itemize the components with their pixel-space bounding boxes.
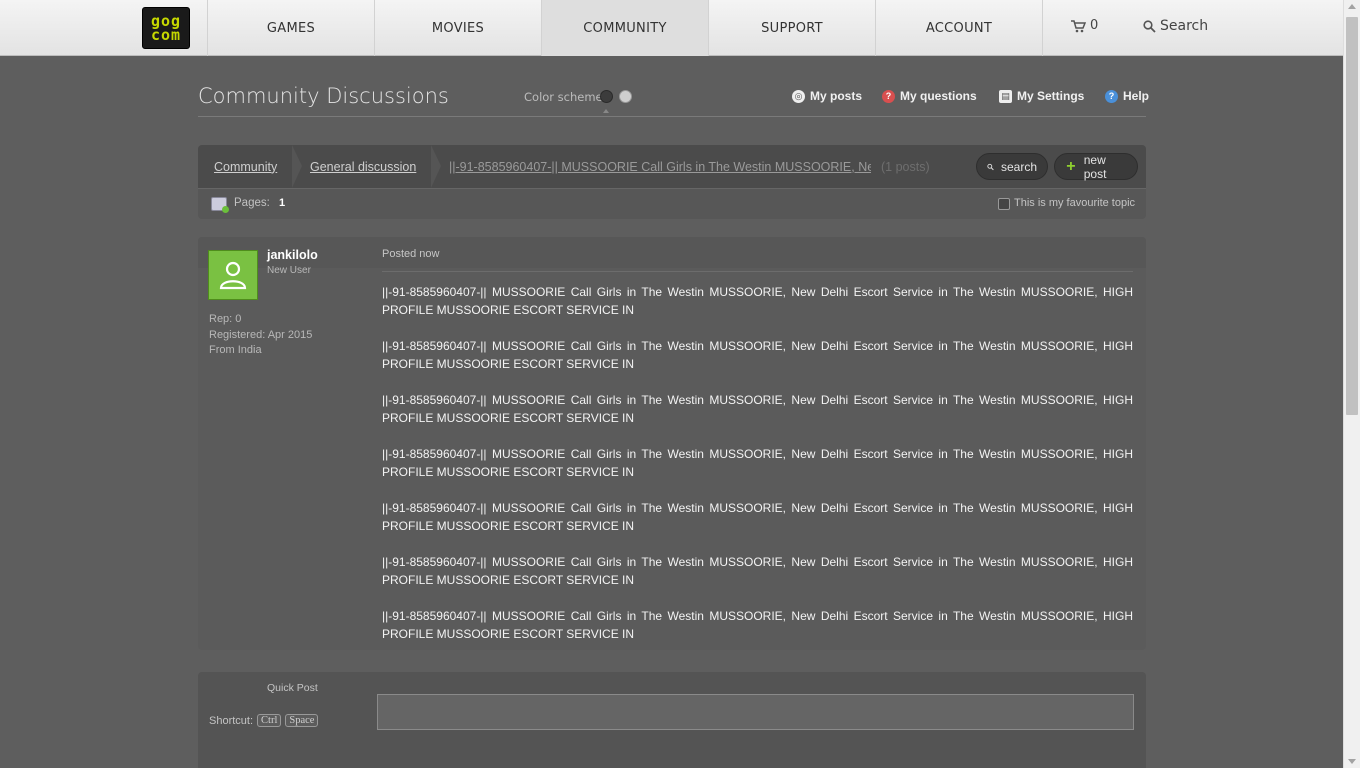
post-paragraph: ||-91-8585960407-|| MUSSOORIE Call Girls… <box>382 393 1133 425</box>
nav-account-label: ACCOUNT <box>925 20 993 36</box>
cart-icon <box>1071 19 1086 32</box>
forum-post: jankilolo New User Rep: 0 Registered: Ap… <box>198 237 1146 650</box>
post-paragraph: ||-91-8585960407-|| MUSSOORIE Call Girls… <box>382 447 1133 479</box>
page-scrollbar[interactable] <box>1343 0 1360 768</box>
post-paragraph: ||-91-8585960407-|| MUSSOORIE Call Girls… <box>382 285 1133 317</box>
pages-bar: Pages: 1 This is my favourite topic <box>198 188 1146 219</box>
post-user-title: New User <box>267 265 311 276</box>
nav-account[interactable]: ACCOUNT <box>875 0 1042 56</box>
breadcrumb-current-topic[interactable]: ||-91-8585960407-|| MUSSOORIE Call Girls… <box>449 145 871 188</box>
help-label: Help <box>1123 89 1150 103</box>
post-username[interactable]: jankilolo <box>267 248 318 262</box>
topic-search-label: search <box>1000 159 1037 174</box>
plus-icon: + <box>1066 158 1076 175</box>
avatar[interactable] <box>208 250 258 300</box>
scroll-up-arrow-icon[interactable] <box>1348 4 1356 9</box>
nav-games[interactable]: GAMES <box>207 0 374 56</box>
cart-button[interactable]: 0 <box>1070 18 1098 33</box>
user-rep: Rep: 0 <box>209 313 242 325</box>
space-key: Space <box>285 714 319 727</box>
nav-community[interactable]: COMMUNITY <box>541 0 708 56</box>
ctrl-key: Ctrl <box>257 714 282 727</box>
my-posts-label: My posts <box>810 89 863 103</box>
nav-search-label: Search <box>1160 18 1209 34</box>
topic-post-count: (1 posts) <box>881 159 930 174</box>
nav-divider <box>1042 0 1043 56</box>
nav-support-label: SUPPORT <box>761 20 823 36</box>
favourite-topic-label[interactable]: This is my favourite topic <box>1014 197 1135 209</box>
logo-line2: com <box>150 26 182 44</box>
search-icon <box>1143 19 1156 33</box>
pages-label: Pages: <box>234 197 270 209</box>
gog-logo[interactable]: gog com <box>142 7 190 49</box>
top-navigation: gog com GAMES MOVIES COMMUNITY SUPPORT A… <box>0 0 1343 56</box>
scroll-thumb[interactable] <box>1346 17 1358 415</box>
favourite-topic-checkbox[interactable] <box>998 198 1010 210</box>
quick-post-label: Quick Post <box>267 682 318 694</box>
new-post-label: new post <box>1083 152 1107 181</box>
quick-post-panel: Quick Post Shortcut: Ctrl Space <box>198 672 1146 768</box>
user-location: From India <box>209 344 262 356</box>
breadcrumb-separator <box>431 145 441 188</box>
page-number-current[interactable]: 1 <box>279 197 285 209</box>
nav-search-button[interactable]: Search <box>1143 18 1208 34</box>
nav-movies[interactable]: MOVIES <box>374 0 541 56</box>
user-registered: Registered: Apr 2015 <box>209 329 313 341</box>
cart-count: 0 <box>1090 18 1099 33</box>
light-scheme-toggle[interactable] <box>619 90 632 103</box>
post-timestamp: Posted now <box>382 248 440 260</box>
search-icon <box>987 163 994 170</box>
user-silhouette-icon <box>219 261 247 290</box>
post-divider <box>382 271 1133 272</box>
help-link[interactable]: ? Help <box>1105 89 1149 103</box>
page-title: Community Discussions <box>198 84 449 108</box>
shortcut-label: Shortcut: <box>209 714 254 727</box>
my-posts-icon: ◎ <box>792 89 805 103</box>
my-questions-icon: ? <box>882 89 895 103</box>
color-scheme-label: Color scheme <box>524 90 603 104</box>
my-posts-link[interactable]: ◎ My posts <box>792 89 862 103</box>
nav-community-label: COMMUNITY <box>583 20 667 36</box>
help-icon: ? <box>1105 89 1118 103</box>
my-settings-label: My Settings <box>1017 89 1085 103</box>
breadcrumb-community[interactable]: Community <box>214 145 277 188</box>
breadcrumb-separator <box>292 145 302 188</box>
shortcut-hint: Shortcut: Ctrl Space <box>209 714 319 727</box>
post-paragraph: ||-91-8585960407-|| MUSSOORIE Call Girls… <box>382 501 1133 533</box>
scheme-selected-indicator <box>603 109 609 113</box>
post-paragraph: ||-91-8585960407-|| MUSSOORIE Call Girls… <box>382 555 1133 587</box>
new-post-button[interactable]: + new post <box>1054 152 1138 181</box>
header-divider <box>198 116 1146 117</box>
my-questions-link[interactable]: ? My questions <box>882 89 977 103</box>
post-body: ||-91-8585960407-|| MUSSOORIE Call Girls… <box>382 283 1133 661</box>
my-settings-link[interactable]: ▤ My Settings <box>999 89 1084 103</box>
settings-icon: ▤ <box>999 89 1012 103</box>
dark-scheme-toggle[interactable] <box>600 90 613 103</box>
nav-support[interactable]: SUPPORT <box>708 0 875 56</box>
nav-movies-label: MOVIES <box>431 20 485 36</box>
my-questions-label: My questions <box>900 89 977 103</box>
pages-icon <box>211 197 229 213</box>
scroll-down-arrow-icon[interactable] <box>1348 759 1356 764</box>
topic-search-button[interactable]: search <box>976 153 1048 180</box>
post-paragraph: ||-91-8585960407-|| MUSSOORIE Call Girls… <box>382 609 1133 641</box>
post-paragraph: ||-91-8585960407-|| MUSSOORIE Call Girls… <box>382 339 1133 371</box>
breadcrumb-general-discussion[interactable]: General discussion <box>310 145 416 188</box>
nav-games-label: GAMES <box>266 20 316 36</box>
post-header-strip <box>198 237 1146 268</box>
quick-post-textarea[interactable] <box>377 694 1134 730</box>
